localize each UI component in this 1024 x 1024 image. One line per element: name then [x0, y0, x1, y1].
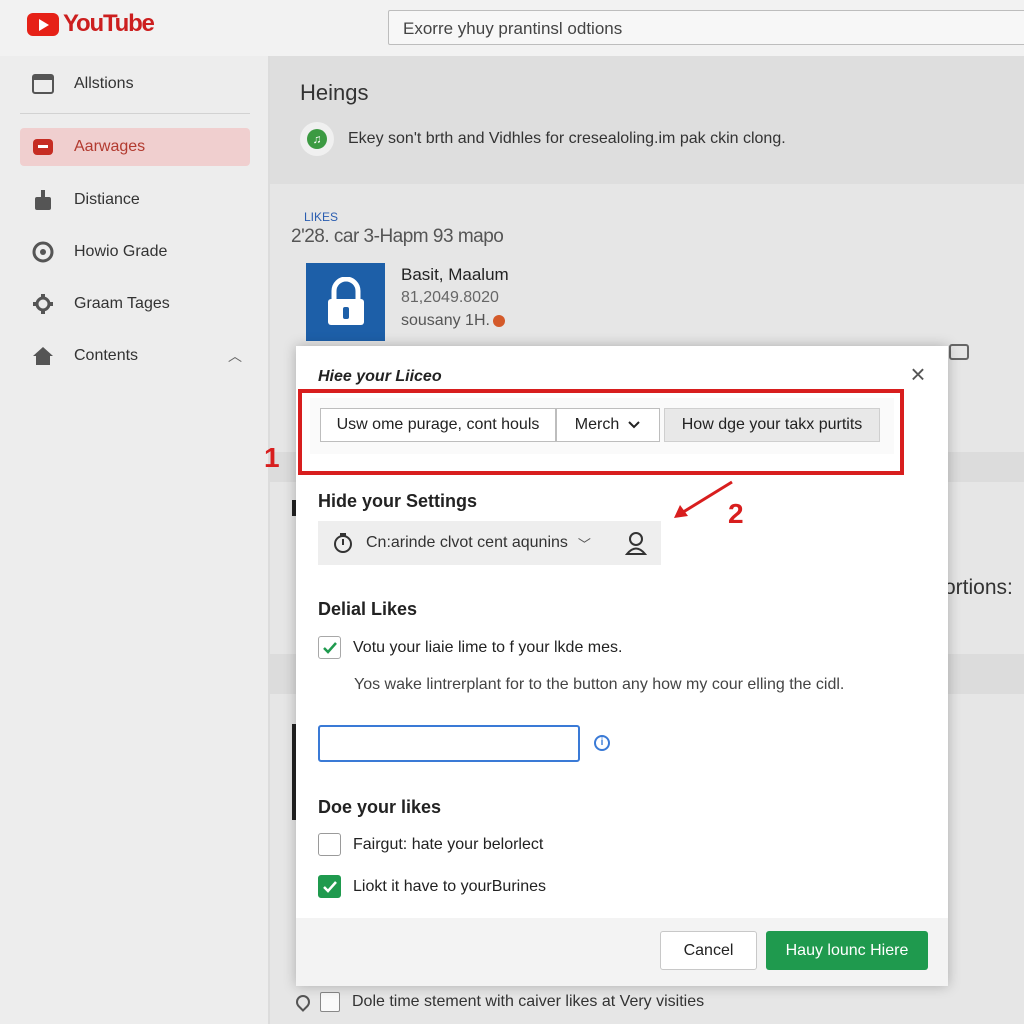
user-icon[interactable] [624, 531, 648, 560]
channel-subtitle-text: sousany 1H. [401, 312, 490, 329]
bottom-option-row[interactable]: Dole time stement with caiver likes at V… [293, 992, 705, 1012]
sidebar-item-label: Aarwages [74, 138, 146, 155]
likes-checkbox-row[interactable]: Votu your liaie lime to f your lkde mes. [318, 636, 622, 659]
settings-section-title: Hide your Settings [318, 491, 478, 511]
logo-text: YouTube [63, 10, 155, 37]
checkbox-checked[interactable] [318, 875, 341, 898]
gear-icon [32, 293, 54, 315]
youtube-logo[interactable]: YouTube [27, 10, 155, 38]
channel-subtitle: sousany 1H. [401, 312, 505, 330]
dialog-title: Hiee your Liiceo [318, 368, 442, 385]
channel-name: Basit, Maalum [401, 265, 509, 284]
settings-value: Cn:arinde clvot cent aqunins [366, 534, 568, 551]
likes-description: Yos wake lintrerplant for to the button … [354, 676, 845, 693]
caption-icon[interactable] [949, 344, 969, 360]
header-card: Heings ♫ Ekey son't brth and Vidhles for… [270, 56, 1024, 184]
info-row: ♫ Ekey son't brth and Vidhles for cresea… [300, 122, 786, 156]
checkbox-row-b[interactable]: Liokt it have to yourBurines [318, 875, 546, 898]
person-badge-icon [32, 189, 54, 211]
options-heading: ortions: [944, 576, 1013, 599]
checkbox-row-a[interactable]: Fairgut: hate your belorlect [318, 833, 543, 856]
sidebar-item-howio-grade[interactable]: Howio Grade [20, 233, 250, 271]
badge-dot-icon [492, 314, 505, 327]
page-title: Heings [300, 80, 369, 105]
video-grid-icon [32, 73, 54, 95]
checkbox-a-label: Fairgut: hate your belorlect [353, 835, 544, 853]
chevron-up-icon[interactable]: ︿ [228, 346, 242, 366]
sidebar-item-graam-tages[interactable]: Graam Tages [20, 285, 250, 323]
annotation-step-1: 1 [264, 442, 280, 473]
likes-text-input[interactable] [318, 725, 580, 762]
checkbox-b-label: Liokt it have to yourBurines [353, 877, 546, 895]
cancel-button[interactable]: Cancel [660, 931, 757, 970]
lock-icon [306, 263, 385, 341]
checkmark-icon [322, 880, 337, 893]
bottom-checkbox[interactable] [320, 992, 340, 1012]
search-input[interactable]: Exorre yhuy prantinsl odtions [388, 10, 1024, 45]
circle-icon [32, 241, 54, 263]
music-note-icon: ♫ [300, 122, 334, 156]
info-text: Ekey son't brth and Vidhles for cresealo… [348, 130, 786, 147]
likes-checkbox-label: Votu your liaie lime to f your lkde mes. [353, 638, 623, 656]
confirm-button[interactable]: Hauy lounc Hiere [766, 931, 928, 970]
likes-section-title: Delial Likes [318, 599, 418, 619]
sidebar-item-label: Distiance [74, 191, 140, 208]
close-icon[interactable]: × [904, 360, 932, 388]
top-bar: YouTube Exorre yhuy prantinsl odtions [0, 0, 1024, 56]
sidebar-item-label: Contents [74, 347, 139, 364]
play-logo-icon [27, 12, 59, 36]
checkbox-unchecked[interactable] [318, 833, 341, 856]
clock-icon [334, 533, 352, 553]
sidebar-item-label: Allstions [74, 75, 134, 92]
sidebar-item-aarwages[interactable]: Aarwages [20, 128, 250, 166]
checkbox-checked[interactable] [318, 636, 341, 659]
home-icon [32, 345, 54, 367]
channel-number: 81,2049.8020 [401, 289, 499, 306]
settings-dropdown[interactable]: Cn:arinde clvot cent aqunins ﹀ [318, 521, 661, 565]
annotation-arrow-icon [674, 480, 733, 518]
annotation-highlight-box [298, 389, 904, 475]
sidebar-item-contents[interactable]: Contents ︿ [20, 337, 250, 375]
chevron-down-icon: ﹀ [577, 536, 591, 552]
likes-label: LIKES [304, 210, 339, 224]
sidebar-item-allstions[interactable]: Allstions [20, 65, 250, 103]
sidebar-item-label: Graam Tages [74, 295, 170, 312]
youtube-logo-icon [32, 136, 54, 158]
dialog-footer: Cancel Hauy lounc Hiere [296, 918, 948, 986]
sidebar-item-distiance[interactable]: Distiance [20, 181, 250, 219]
sidebar-divider [20, 113, 250, 114]
info-icon[interactable]: i [594, 735, 610, 751]
likes-count: 2'28. car 3-Hapm 93 mapo [291, 226, 504, 247]
bottom-option-label: Dole time stement with caiver likes at V… [352, 993, 705, 1010]
sidebar: Allstions Aarwages Distiance Howio Grade… [0, 56, 268, 1024]
sidebar-item-label: Howio Grade [74, 243, 168, 260]
do-likes-section-title: Doe your likes [318, 797, 442, 817]
pin-icon [293, 992, 313, 1012]
checkmark-icon [322, 641, 337, 654]
